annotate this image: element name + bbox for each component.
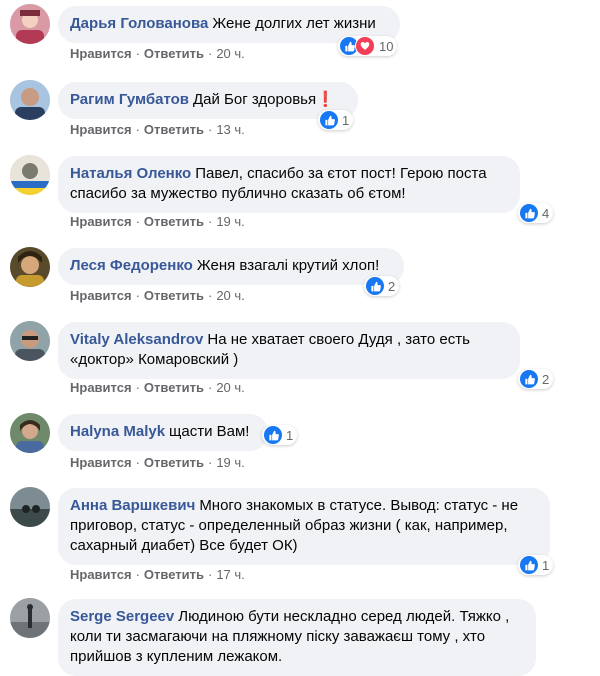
- reply-link[interactable]: Ответить: [144, 214, 204, 229]
- reply-link[interactable]: Ответить: [144, 46, 204, 61]
- reaction-count: 1: [286, 427, 294, 443]
- avatar[interactable]: [10, 598, 50, 638]
- timestamp[interactable]: 19 ч.: [216, 214, 244, 229]
- timestamp[interactable]: 17 ч.: [216, 567, 244, 582]
- comment-author[interactable]: Vitaly Aleksandrov: [70, 331, 203, 348]
- reply-link[interactable]: Ответить: [144, 455, 204, 470]
- reply-link[interactable]: Ответить: [144, 122, 204, 137]
- timestamp[interactable]: 20 ч.: [216, 46, 244, 61]
- comment-bubble: Наталья Оленко Павел, спасибо за єтот пос…: [58, 156, 520, 213]
- reaction-summary[interactable]: 1: [262, 425, 298, 445]
- reaction-count: 2: [388, 278, 396, 294]
- avatar[interactable]: [10, 321, 50, 361]
- like-link[interactable]: Нравится: [70, 214, 132, 229]
- comment-text: Дай Бог здоровья: [193, 91, 317, 108]
- comment-author[interactable]: Halyna Malyk: [70, 423, 165, 440]
- comment-actions: Нравится · Ответить · 19 ч.: [70, 455, 245, 470]
- avatar[interactable]: [10, 413, 50, 453]
- comment-actions: Нравится · Ответить · 17 ч.: [70, 567, 245, 582]
- comment-actions: Нравится · Ответить · 20 ч.: [70, 380, 245, 395]
- comment-bubble: Рагим Гумбатов Дай Бог здоровья❗: [58, 82, 358, 119]
- comment-bubble: Анна Варшкевич Много знакомых в статусе. …: [58, 488, 550, 565]
- comment-text: Жене долгих лет жизни: [212, 15, 376, 32]
- comment-text: Женя взагалі крутий хлоп!: [196, 257, 380, 274]
- comment-author[interactable]: Serge Sergeev: [70, 608, 174, 625]
- timestamp[interactable]: 13 ч.: [216, 122, 244, 137]
- like-link[interactable]: Нравится: [70, 380, 132, 395]
- reply-link[interactable]: Ответить: [144, 380, 204, 395]
- comment-bubble: Halyna Malyk щасти Вам!: [58, 414, 268, 451]
- avatar[interactable]: [10, 247, 50, 287]
- avatar[interactable]: [10, 80, 50, 120]
- comment-actions: Нравится · Ответить · 20 ч.: [70, 288, 245, 303]
- comment-author[interactable]: Дарья Голованова: [70, 15, 208, 32]
- reply-link[interactable]: Ответить: [144, 288, 204, 303]
- avatar[interactable]: [10, 4, 50, 44]
- like-link[interactable]: Нравится: [70, 455, 132, 470]
- comment-bubble: Леся Федоренко Женя взагалі крутий хлоп!: [58, 248, 404, 285]
- comment-actions: Нравится · Ответить · 13 ч.: [70, 122, 245, 137]
- comment-bubble: Serge Sergeev Людиною бути нескладно сере…: [58, 599, 536, 676]
- love-reaction-icon: [355, 36, 375, 56]
- reaction-summary[interactable]: 2: [518, 369, 554, 389]
- reaction-summary[interactable]: 1: [318, 110, 354, 130]
- reply-link[interactable]: Ответить: [144, 567, 204, 582]
- like-reaction-icon: [366, 277, 384, 295]
- reaction-summary[interactable]: 1: [518, 555, 554, 575]
- avatar[interactable]: [10, 155, 50, 195]
- comment-actions: Нравится · Ответить · 20 ч.: [70, 46, 245, 61]
- comment-author[interactable]: Наталья Оленко: [70, 165, 191, 182]
- reaction-summary[interactable]: 2: [364, 276, 400, 296]
- like-link[interactable]: Нравится: [70, 567, 132, 582]
- comment-author[interactable]: Анна Варшкевич: [70, 497, 195, 514]
- like-reaction-icon: [520, 204, 538, 222]
- comment-text: щасти Вам!: [169, 423, 250, 440]
- reaction-count: 1: [542, 557, 550, 573]
- reaction-count: 1: [342, 112, 350, 128]
- avatar[interactable]: [10, 487, 50, 527]
- reaction-count: 4: [542, 205, 550, 221]
- reaction-summary[interactable]: 10: [338, 36, 398, 56]
- like-reaction-icon: [320, 111, 338, 129]
- timestamp[interactable]: 19 ч.: [216, 455, 244, 470]
- timestamp[interactable]: 20 ч.: [216, 380, 244, 395]
- like-link[interactable]: Нравится: [70, 122, 132, 137]
- timestamp[interactable]: 20 ч.: [216, 288, 244, 303]
- exclamation-emoji: ❗: [316, 91, 335, 108]
- comment-bubble: Vitaly Aleksandrov На не хватает своего Д…: [58, 322, 520, 379]
- comment-actions: Нравится · Ответить · 19 ч.: [70, 214, 245, 229]
- comment-author[interactable]: Леся Федоренко: [70, 257, 193, 274]
- like-reaction-icon: [520, 370, 538, 388]
- reaction-summary[interactable]: 4: [518, 203, 554, 223]
- reaction-count: 2: [542, 371, 550, 387]
- like-link[interactable]: Нравится: [70, 288, 132, 303]
- like-link[interactable]: Нравится: [70, 46, 132, 61]
- like-reaction-icon: [520, 556, 538, 574]
- comment-author[interactable]: Рагим Гумбатов: [70, 91, 189, 108]
- reaction-count: 10: [379, 38, 394, 54]
- like-reaction-icon: [264, 426, 282, 444]
